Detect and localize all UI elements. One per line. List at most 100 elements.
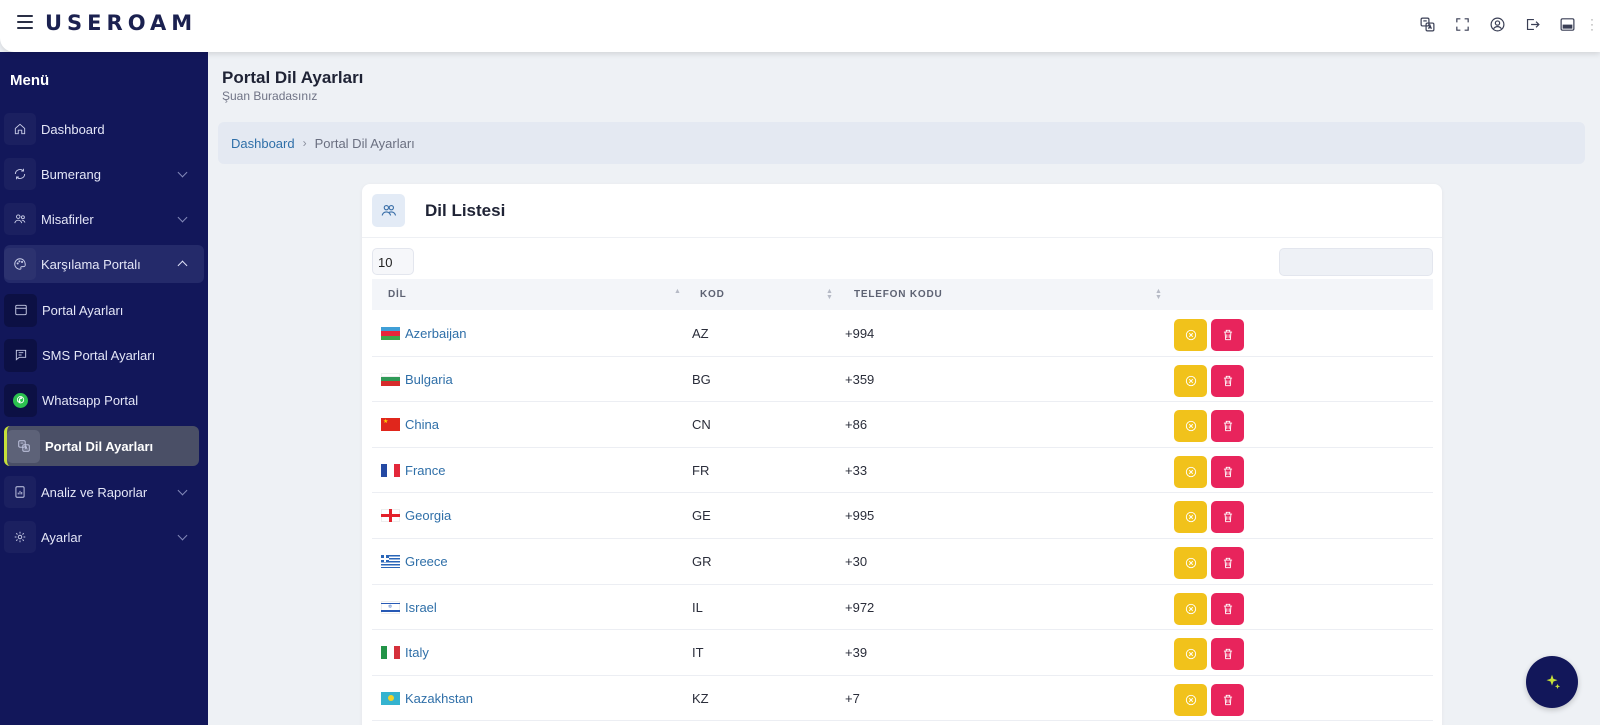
fullscreen-icon[interactable]	[1453, 15, 1471, 33]
lang-link[interactable]: Georgia	[405, 508, 451, 523]
table-row: ✡ Israel IL +972	[372, 585, 1433, 631]
column-header-lang[interactable]: DİL	[388, 279, 407, 310]
delete-button[interactable]	[1211, 364, 1244, 397]
settings-icon	[4, 521, 36, 553]
chevron-down-icon	[177, 530, 188, 541]
sidebar-item-label: SMS Portal Ayarları	[42, 347, 156, 363]
lang-link[interactable]: Israel	[405, 600, 437, 615]
sidebar-subitem-sms-portal[interactable]: SMS Portal Ayarları	[4, 335, 199, 375]
phone-cell: +972	[845, 599, 875, 615]
sidebar-item-bumerang[interactable]: Bumerang	[4, 155, 204, 193]
flag-icon	[381, 509, 400, 523]
chevron-down-icon	[177, 212, 188, 223]
sidebar-item-label: Dashboard	[41, 121, 105, 137]
window-icon	[4, 293, 37, 327]
lang-link[interactable]: France	[405, 463, 445, 478]
logout-icon[interactable]	[1523, 15, 1541, 33]
phone-cell: +30	[845, 554, 868, 569]
deactivate-button[interactable]	[1174, 638, 1207, 671]
flag-icon	[381, 555, 400, 568]
sort-asc-icon[interactable]: ▲	[674, 288, 681, 295]
sort-icon[interactable]: ▲ ▼	[826, 288, 833, 301]
delete-button[interactable]	[1211, 319, 1244, 351]
deactivate-button[interactable]	[1174, 547, 1207, 579]
deactivate-button[interactable]	[1174, 592, 1207, 625]
language-icon	[7, 429, 40, 463]
flag-icon	[381, 327, 400, 340]
delete-button[interactable]	[1211, 501, 1244, 534]
sidebar-item-ayarlar[interactable]: Ayarlar	[4, 518, 204, 556]
assistant-fab[interactable]	[1526, 656, 1578, 708]
menu-toggle-icon[interactable]	[17, 15, 33, 29]
sidebar-item-label: Bumerang	[41, 166, 101, 182]
delete-button[interactable]	[1211, 410, 1244, 443]
lang-cell: Kazakhstan	[381, 676, 473, 721]
lang-link[interactable]: Italy	[405, 645, 429, 660]
sort-icon[interactable]: ▲ ▼	[1155, 288, 1162, 301]
lang-cell: Azerbaijan	[381, 311, 466, 356]
phone-cell: +33	[845, 462, 868, 478]
deactivate-button[interactable]	[1174, 501, 1207, 534]
translate-icon[interactable]	[1418, 15, 1436, 33]
sidebar-item-misafirler[interactable]: Misafirler	[4, 200, 204, 238]
sparkle-icon	[1546, 674, 1561, 689]
column-header-phone[interactable]: TELEFON KODU	[854, 279, 943, 310]
search-input[interactable]	[1280, 249, 1432, 275]
page-title: Portal Dil Ayarları	[222, 68, 364, 87]
phone-cell: +995	[845, 508, 875, 524]
delete-button[interactable]	[1211, 683, 1244, 716]
phone-cell: +39	[845, 645, 868, 661]
delete-button[interactable]	[1211, 547, 1244, 579]
users-icon	[372, 194, 405, 227]
deactivate-button[interactable]	[1174, 410, 1207, 443]
lang-link[interactable]: Greece	[405, 554, 448, 569]
deactivate-button[interactable]	[1174, 319, 1207, 351]
table-row: ★ China CN +86	[372, 402, 1433, 448]
sidebar-subitem-whatsapp-portal[interactable]: ✆ Whatsapp Portal	[4, 380, 199, 420]
breadcrumb-separator: ›	[302, 136, 307, 150]
whatsapp-icon: ✆	[4, 383, 37, 417]
message-icon	[4, 338, 37, 372]
sidebar-item-dashboard[interactable]: Dashboard	[4, 110, 204, 148]
table-row: Bulgaria BG +359	[372, 357, 1433, 403]
sidebar-item-label: Portal Ayarları	[42, 302, 124, 318]
sidebar-item-karsilama-portali[interactable]: Karşılama Portalı	[4, 245, 204, 283]
chevron-down-icon	[177, 485, 188, 496]
page-length-select[interactable]: 10	[372, 248, 414, 275]
sidebar-subitem-portal-dil-ayarlari[interactable]: Portal Dil Ayarları	[4, 426, 199, 466]
sidebar-subitem-portal-ayarlari[interactable]: Portal Ayarları	[4, 290, 199, 330]
code-cell: FR	[692, 462, 710, 478]
chevron-up-icon	[177, 260, 188, 271]
flag-icon: ✡	[381, 600, 400, 614]
delete-button[interactable]	[1211, 455, 1244, 488]
language-list-card: Dil Listesi 10 DİL ▲ KOD ▲ ▼ TELEFON KODU…	[362, 184, 1442, 725]
sidebar: Menü Dashboard Bumerang Misafirler Karşı…	[0, 52, 208, 725]
breadcrumb-current: Portal Dil Ayarları	[314, 135, 415, 151]
menu-title: Menü	[10, 72, 50, 89]
user-icon[interactable]	[1488, 15, 1506, 33]
column-header-code[interactable]: KOD	[700, 279, 725, 310]
more-icon[interactable]: · · ·	[1590, 13, 1594, 35]
lang-link[interactable]: Azerbaijan	[405, 326, 466, 341]
deactivate-button[interactable]	[1174, 683, 1207, 716]
breadcrumb-home-link[interactable]: Dashboard	[231, 136, 295, 151]
panel-icon[interactable]	[1558, 15, 1576, 33]
lang-link[interactable]: Kazakhstan	[405, 691, 473, 706]
delete-button[interactable]	[1211, 592, 1244, 625]
lang-link[interactable]: Bulgaria	[405, 372, 453, 387]
header-actions	[1418, 15, 1576, 33]
code-cell: AZ	[692, 326, 709, 341]
lang-cell: ✡ Israel	[381, 585, 437, 630]
deactivate-button[interactable]	[1174, 455, 1207, 488]
sidebar-item-analiz-raporlar[interactable]: Analiz ve Raporlar	[4, 473, 204, 511]
lang-link[interactable]: China	[405, 417, 439, 432]
table-row: Kazakhstan KZ +7	[372, 676, 1433, 722]
code-cell: IT	[692, 645, 704, 661]
palette-icon	[4, 248, 36, 280]
chevron-down-icon	[177, 167, 188, 178]
flag-icon	[381, 646, 400, 660]
deactivate-button[interactable]	[1174, 364, 1207, 397]
delete-button[interactable]	[1211, 638, 1244, 671]
column-header-label: KOD	[700, 289, 725, 300]
table-row: Azerbaijan AZ +994	[372, 311, 1433, 357]
